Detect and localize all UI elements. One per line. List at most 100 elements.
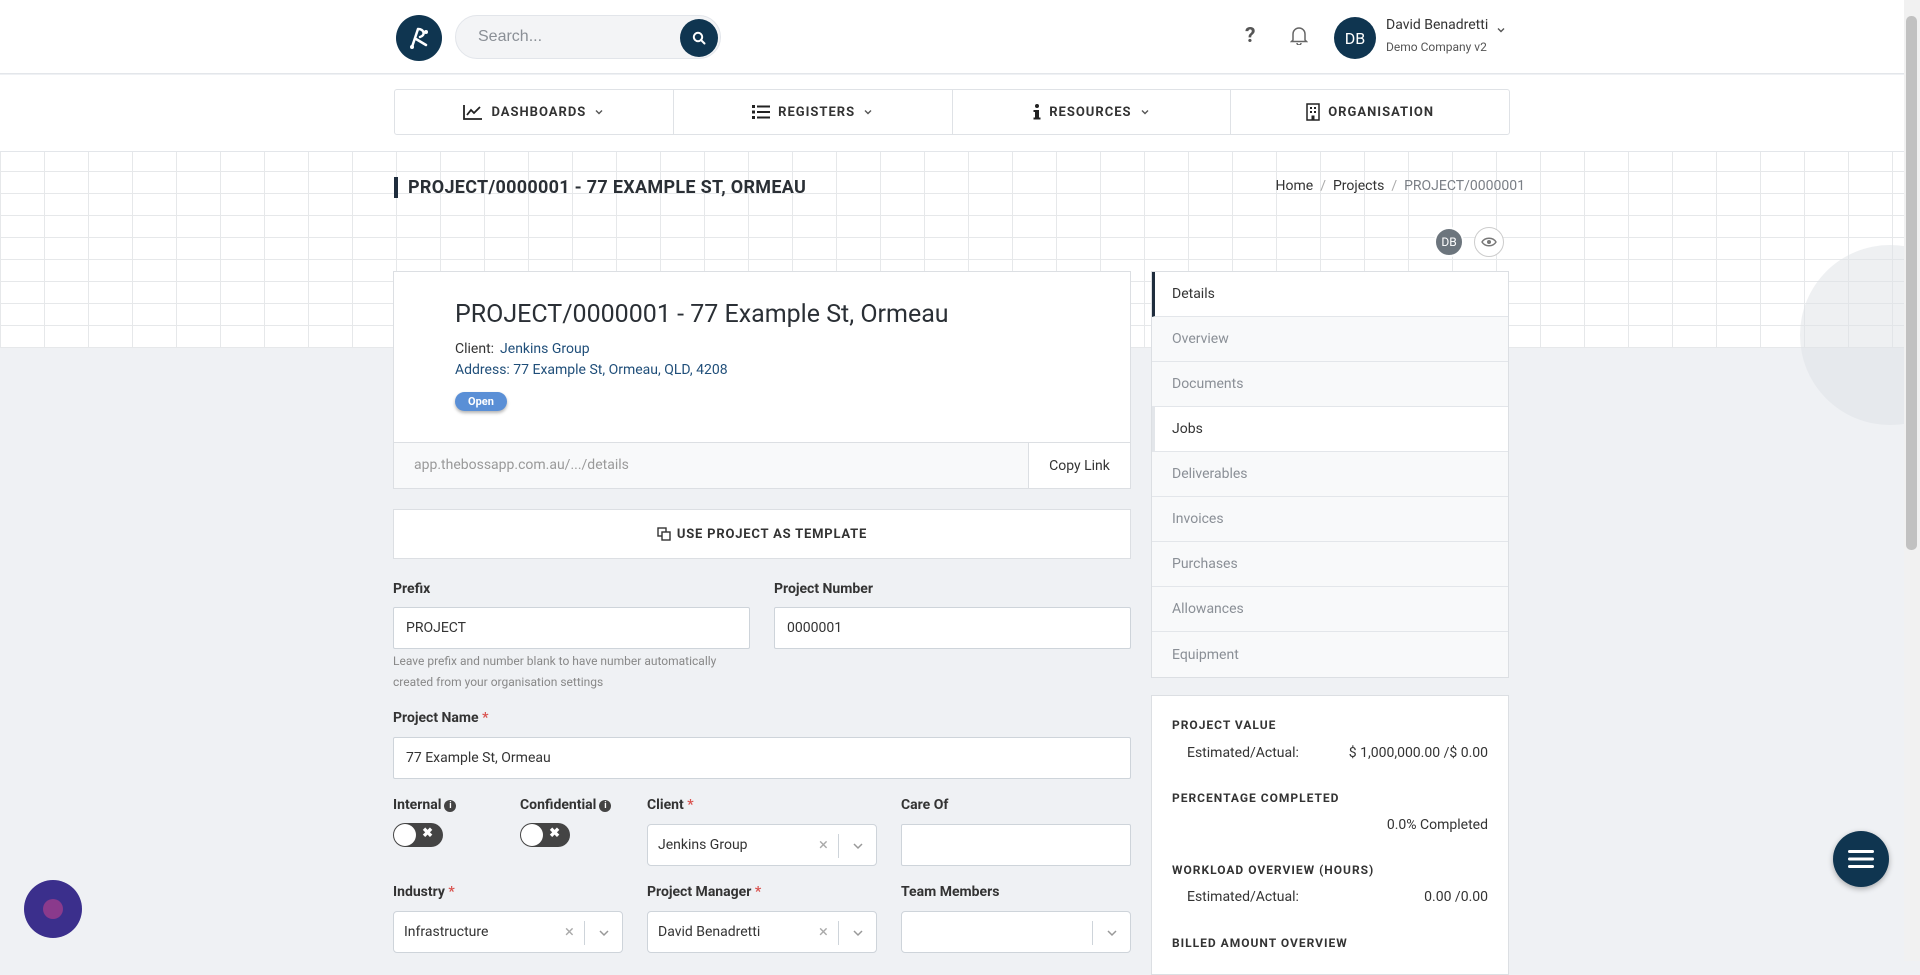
select-divider [584,921,585,945]
required-mark: * [482,710,489,726]
chart-line-icon [463,105,483,120]
team-members-select[interactable] [901,911,1131,953]
industry-label-text: Industry [393,884,445,900]
project-link-bar: app.thebossapp.com.au/.../details Copy L… [394,442,1130,488]
internal-toggle[interactable]: ✖ [393,823,443,847]
toggle-knob [394,824,416,846]
copy-link-button[interactable]: Copy Link [1028,443,1130,488]
menu-fab-button[interactable] [1833,831,1889,887]
industry-select[interactable]: Infrastructure × [393,911,623,953]
confidential-label-text: Confidential [520,797,597,813]
nav-dashboards[interactable]: DASHBOARDS [395,90,674,134]
percentage-completed-value: 0.0% Completed [1386,817,1488,833]
client-select-value: Jenkins Group [658,837,748,853]
toggle-knob [521,824,543,846]
info-icon[interactable]: i [444,800,457,812]
prefix-label: Prefix [393,581,431,597]
top-bar: ? DB David Benadretti Demo Company v2 [0,0,1904,74]
care-of-input[interactable] [901,824,1131,866]
help-icon[interactable]: ? [1245,24,1255,48]
project-value-amount: $ 1,000,000.00 /$ 0.00 [1348,745,1488,761]
industry-label: Industry * [393,884,455,900]
user-avatar[interactable]: DB [1334,17,1376,59]
chat-widget-button[interactable] [24,880,82,938]
project-url: app.thebossapp.com.au/.../details [414,457,629,473]
project-manager-label: Project Manager * [647,884,761,900]
sidebar-item-jobs[interactable]: Jobs [1152,407,1508,452]
sidebar-item-invoices[interactable]: Invoices [1152,497,1508,542]
industry-select-value: Infrastructure [404,924,489,940]
nav-resources-label: RESOURCES [1049,104,1132,120]
project-sidebar-nav: Details Overview Documents Jobs Delivera… [1151,271,1509,678]
hamburger-icon [1848,850,1874,868]
client-label: Client: [455,341,495,357]
breadcrumb-home[interactable]: Home [1276,178,1314,194]
nav-resources[interactable]: RESOURCES [953,90,1232,134]
main-nav-bar: DASHBOARDS REGISTERS RESOURCES ORGANISAT… [0,75,1904,152]
confidential-toggle[interactable]: ✖ [520,823,570,847]
use-as-template-button[interactable]: USE PROJECT AS TEMPLATE [393,509,1131,559]
project-manager-select[interactable]: David Benadretti × [647,911,877,953]
percentage-completed-heading: PERCENTAGE COMPLETED [1172,791,1340,805]
project-number-label: Project Number [774,581,873,597]
project-client: Client: Jenkins Group [455,341,590,357]
breadcrumb: Home / Projects / PROJECT/0000001 [1276,178,1526,194]
search-input[interactable] [476,27,656,47]
sidebar-item-deliverables[interactable]: Deliverables [1152,452,1508,497]
close-icon: ✖ [549,826,560,841]
sidebar-item-allowances[interactable]: Allowances [1152,587,1508,632]
client-select[interactable]: Jenkins Group × [647,824,877,866]
chevron-down-icon[interactable] [852,840,864,852]
eye-icon[interactable] [1474,227,1504,257]
project-title: PROJECT/0000001 - 77 Example St, Ormeau [455,300,949,329]
sidebar-item-documents[interactable]: Documents [1152,362,1508,407]
nav-registers[interactable]: REGISTERS [674,90,953,134]
project-name-input[interactable]: 77 Example St, Ormeau [393,737,1131,779]
sidebar-item-purchases[interactable]: Purchases [1152,542,1508,587]
internal-label: Internal i [393,797,457,813]
client-field-label-text: Client [647,797,684,813]
project-manager-label-text: Project Manager [647,884,752,900]
select-divider [838,834,839,858]
chevron-down-icon[interactable] [598,927,610,939]
search-button[interactable] [680,19,718,57]
chevron-down-icon[interactable] [1106,927,1118,939]
status-badge: Open [455,392,507,411]
client-link[interactable]: Jenkins Group [500,341,590,357]
select-divider [1092,921,1093,945]
internal-label-text: Internal [393,797,442,813]
clear-icon[interactable]: × [565,922,574,942]
search-box [455,15,721,59]
sidebar-item-details[interactable]: Details [1152,272,1508,317]
app-logo[interactable] [396,15,442,61]
project-card: PROJECT/0000001 - 77 Example St, Ormeau … [393,271,1131,489]
breadcrumb-projects[interactable]: Projects [1333,178,1384,194]
nav-registers-label: REGISTERS [778,104,856,120]
user-name[interactable]: David Benadretti [1386,17,1488,33]
project-value-label: Estimated/Actual: [1187,745,1299,761]
info-icon [1033,104,1041,120]
required-mark: * [448,884,455,900]
clear-icon[interactable]: × [819,835,828,855]
care-of-label: Care Of [901,797,949,813]
project-name-label: Project Name * [393,710,488,726]
chevron-down-icon [595,110,603,115]
building-icon [1306,103,1320,121]
viewer-avatar[interactable]: DB [1434,227,1464,257]
bell-icon[interactable] [1289,25,1309,49]
project-number-input[interactable]: 0000001 [774,607,1131,649]
nav-organisation[interactable]: ORGANISATION [1231,90,1509,134]
prefix-input[interactable]: PROJECT [393,607,750,649]
workload-value: 0.00 /0.00 [1424,889,1488,905]
info-icon[interactable]: i [599,800,612,812]
project-manager-select-value: David Benadretti [658,924,761,940]
list-icon [752,105,771,119]
scrollbar-thumb[interactable] [1906,16,1917,550]
chevron-down-icon[interactable] [1496,20,1506,39]
nav-organisation-label: ORGANISATION [1328,104,1435,120]
sidebar-item-overview[interactable]: Overview [1152,317,1508,362]
client-field-label: Client * [647,797,694,813]
sidebar-item-equipment[interactable]: Equipment [1152,632,1508,677]
chevron-down-icon[interactable] [852,927,864,939]
clear-icon[interactable]: × [819,922,828,942]
